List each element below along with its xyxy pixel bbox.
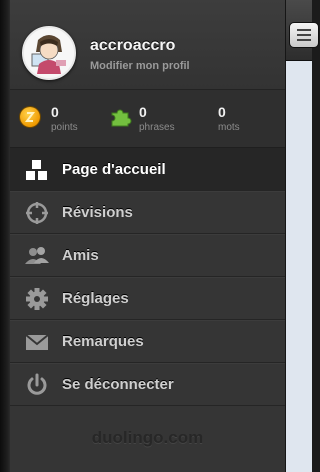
coin-icon [20,107,40,127]
gear-icon [26,288,48,310]
nav-label-revisions: Révisions [62,204,133,221]
nav-item-revisions[interactable]: Révisions [10,191,285,234]
mots-label: mots [218,122,240,133]
mots-value: 0 [218,104,226,120]
avatar-drawing-icon [24,28,74,78]
duolingo-logo[interactable]: duolingo.com [10,428,285,448]
friends-icon [25,247,49,264]
profile-header[interactable]: accroaccro Modifier mon profil [10,0,285,90]
nav-label-home: Page d'accueil [62,161,166,178]
username: accroaccro [90,37,176,54]
menu-line-icon [297,39,311,41]
nav-label-feedback: Remarques [62,333,144,350]
phrases-value: 0 [139,104,147,120]
menu-line-icon [297,29,311,31]
home-blocks-icon [26,160,47,180]
menu-line-icon [297,34,311,36]
content-page [286,61,312,472]
nav-item-logout[interactable]: Se déconnecter [10,363,285,406]
crosshair-icon [26,202,48,224]
points-label: points [51,122,78,133]
content-top-bar [286,0,319,61]
stat-mots: 0 mots [190,90,285,147]
puzzle-icon [111,109,132,127]
phrases-label: phrases [139,122,175,133]
side-menu: accroaccro Modifier mon profil 0 points … [10,0,286,472]
nav-label-friends: Amis [62,247,99,264]
envelope-icon [25,334,49,350]
nav-label-logout: Se déconnecter [62,376,174,393]
nav-item-settings[interactable]: Réglages [10,277,285,320]
points-value: 0 [51,104,59,120]
nav-item-home[interactable]: Page d'accueil [10,148,285,191]
nav-label-settings: Réglages [62,290,129,307]
nav-item-friends[interactable]: Amis [10,234,285,277]
stats-bar: 0 points 0 phrases 0 mots [10,90,285,148]
power-icon [27,373,47,395]
left-edge-shadow [0,0,10,472]
main-content-peek [286,0,319,472]
avatar[interactable] [22,26,76,80]
stat-points: 0 points [10,90,90,147]
stat-phrases: 0 phrases [90,90,190,147]
edit-profile-link[interactable]: Modifier mon profil [90,60,190,72]
nav-menu: Page d'accueil Révisions Amis Réglages R… [10,148,285,406]
menu-toggle-button[interactable] [289,22,319,48]
nav-item-feedback[interactable]: Remarques [10,320,285,363]
